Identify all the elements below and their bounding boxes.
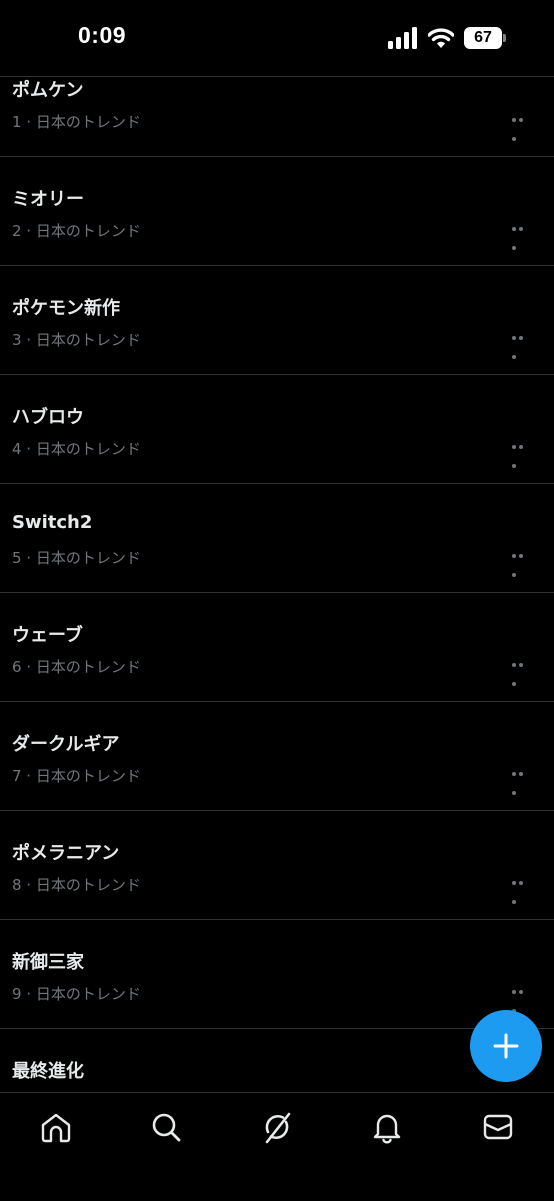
trend-item[interactable]: ポメラニアン 8 · 日本のトレンド [0,811,554,920]
tab-home[interactable] [38,1109,74,1145]
more-options-icon[interactable] [512,990,532,1013]
tab-grok[interactable] [259,1109,295,1145]
trend-item[interactable]: ダークルギア 7 · 日本のトレンド [0,702,554,811]
more-options-icon[interactable] [512,118,532,141]
search-icon [152,1113,181,1142]
trend-item[interactable]: ハブロウ 4 · 日本のトレンド [0,375,554,484]
trend-item[interactable]: Switch2 5 · 日本のトレンド [0,484,554,593]
tab-messages[interactable] [480,1109,516,1145]
bell-icon [373,1114,401,1144]
status-icons: 67 [388,25,506,51]
more-options-icon[interactable] [512,772,532,795]
trend-name: 最終進化 [12,1061,84,1082]
cellular-signal-icon [388,27,417,49]
trend-name: ポムケン [12,80,84,101]
plus-icon [493,1033,519,1059]
more-options-icon[interactable] [512,227,532,250]
battery-icon: 67 [464,27,506,49]
trend-item[interactable]: ポケモン新作 3 · 日本のトレンド [0,266,554,375]
trend-list[interactable]: ポムケン 1 · 日本のトレンド ミオリー 2 · 日本のトレンド ポケモン新作… [0,48,554,1137]
battery-level: 67 [474,29,492,46]
mail-icon [483,1114,513,1140]
tab-bar [0,1092,554,1201]
more-options-icon[interactable] [512,336,532,359]
more-options-icon[interactable] [512,881,532,904]
more-options-icon[interactable] [512,663,532,686]
trend-rank-label: 6 · 日本のトレンド [12,658,141,676]
trend-name: ダークルギア [12,734,120,755]
trend-rank-label: 8 · 日本のトレンド [12,876,141,894]
wifi-icon [428,28,454,48]
tab-notifications[interactable] [369,1109,405,1145]
trend-rank-label: 1 · 日本のトレンド [12,113,141,131]
trend-name: 新御三家 [12,952,84,973]
trend-rank-label: 4 · 日本のトレンド [12,440,141,458]
trend-name: ミオリー [12,189,84,210]
status-time: 0:09 [78,22,127,48]
trend-rank-label: 2 · 日本のトレンド [12,222,141,240]
trend-name: ポケモン新作 [12,298,120,319]
trend-rank-label: 9 · 日本のトレンド [12,985,141,1003]
trend-name: Switch2 [12,512,93,533]
status-bar: 0:09 67 [0,0,554,76]
trend-name: ポメラニアン [12,843,120,864]
trend-item[interactable]: 新御三家 9 · 日本のトレンド [0,920,554,1029]
trend-name: ハブロウ [12,407,84,428]
compose-button[interactable] [470,1010,542,1082]
tab-search[interactable] [148,1109,184,1145]
more-options-icon[interactable] [512,554,532,577]
trend-rank-label: 3 · 日本のトレンド [12,331,141,349]
trend-name: ウェーブ [12,625,83,646]
trend-item[interactable]: ミオリー 2 · 日本のトレンド [0,157,554,266]
grok-icon [265,1112,291,1144]
trend-rank-label: 5 · 日本のトレンド [12,549,141,567]
more-options-icon[interactable] [512,445,532,468]
trend-rank-label: 7 · 日本のトレンド [12,767,141,785]
trend-item[interactable]: ウェーブ 6 · 日本のトレンド [0,593,554,702]
header-divider [0,76,554,77]
home-icon [41,1113,71,1143]
